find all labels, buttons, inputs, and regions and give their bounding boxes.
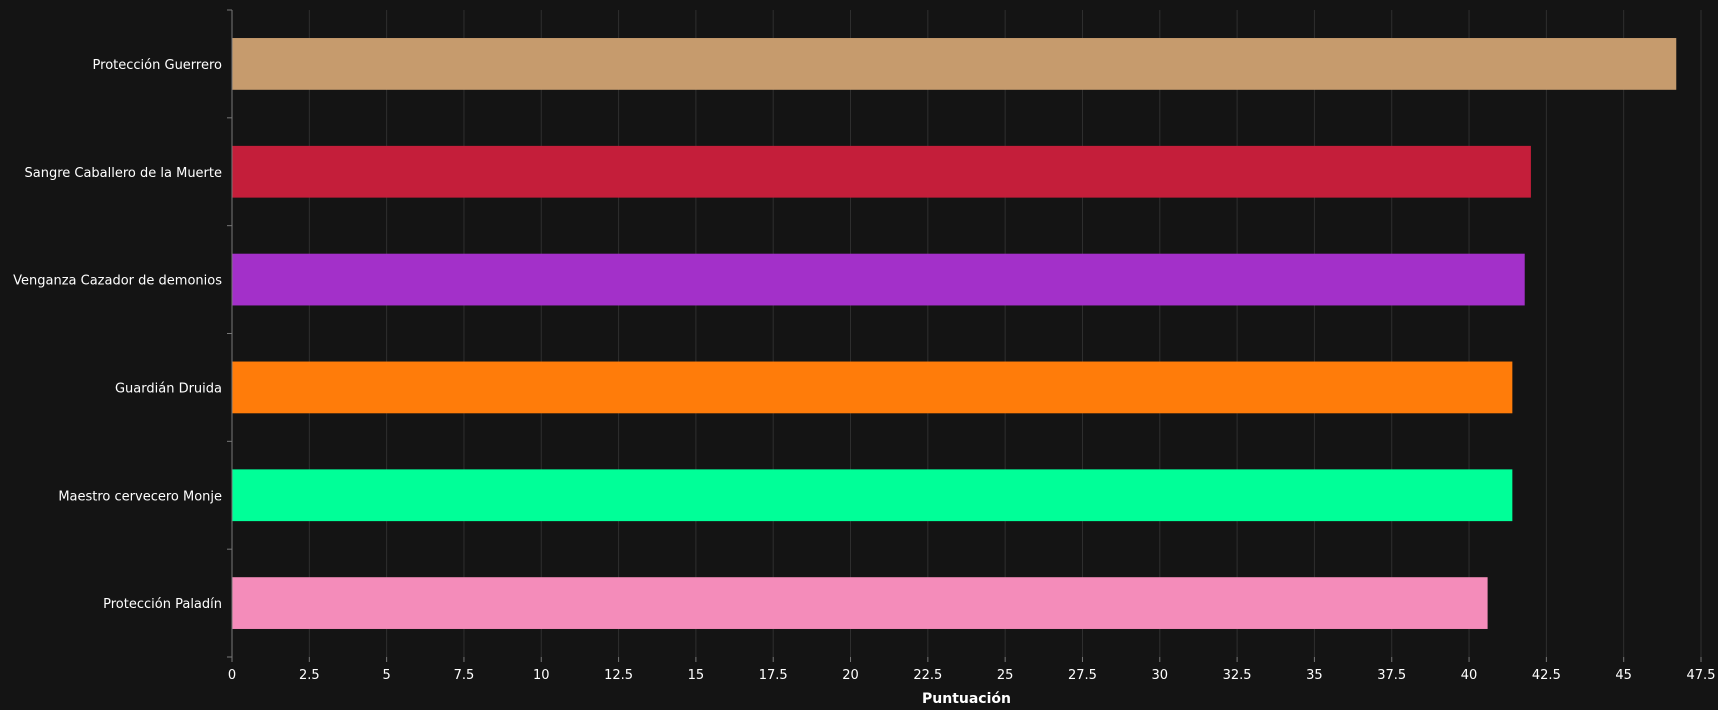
x-tick-label: 7.5 bbox=[454, 668, 475, 683]
bar-chart: 0 2.5 5 7.5 10 12.5 15 17.5 20 22.5 25 27.5 30 32.5 35… bbox=[13, 9, 1716, 707]
bar[interactable] bbox=[232, 145, 1531, 198]
x-tick-label: 45 bbox=[1615, 668, 1632, 683]
x-tick-label: 27.5 bbox=[1068, 668, 1097, 683]
x-tick-label: 35 bbox=[1306, 668, 1323, 683]
category-label: Protección Paladín bbox=[103, 597, 222, 612]
x-tick-label: 2.5 bbox=[299, 668, 320, 683]
category-label: Sangre Caballero de la Muerte bbox=[24, 166, 222, 181]
x-tick-label: 20 bbox=[842, 668, 859, 683]
x-tick-label: 25 bbox=[997, 668, 1014, 683]
bar[interactable] bbox=[232, 38, 1677, 90]
x-tick-label: 40 bbox=[1461, 668, 1478, 683]
x-tick-label: 42.5 bbox=[1532, 668, 1561, 683]
grid-layer bbox=[308, 10, 1702, 657]
x-tick-label: 5 bbox=[382, 668, 390, 683]
bar-layer bbox=[232, 38, 1677, 629]
bar[interactable] bbox=[232, 361, 1513, 414]
bar[interactable] bbox=[232, 469, 1513, 522]
category-label: Venganza Cazador de demonios bbox=[13, 274, 222, 289]
bar[interactable] bbox=[232, 253, 1525, 306]
chart-container: 0 2.5 5 7.5 10 12.5 15 17.5 20 22.5 25 27.5 30 32.5 35… bbox=[0, 0, 1718, 710]
axis-layer bbox=[227, 9, 1702, 662]
x-tick-label: 17.5 bbox=[759, 668, 788, 683]
category-label: Maestro cervecero Monje bbox=[58, 489, 222, 504]
x-tick-label: 22.5 bbox=[913, 668, 942, 683]
x-axis-title: Puntuación bbox=[922, 691, 1011, 707]
category-label: Protección Guerrero bbox=[93, 58, 222, 73]
x-tick-label: 32.5 bbox=[1223, 668, 1252, 683]
x-tick-label: 30 bbox=[1152, 668, 1169, 683]
bar[interactable] bbox=[232, 577, 1488, 629]
x-tick-label: 47.5 bbox=[1687, 668, 1716, 683]
x-tick-label: 37.5 bbox=[1377, 668, 1406, 683]
category-label: Guardián Druida bbox=[115, 381, 222, 396]
x-tick-label: 0 bbox=[228, 668, 236, 683]
x-tick-label: 10 bbox=[533, 668, 550, 683]
x-tick-label: 15 bbox=[688, 668, 705, 683]
x-tick-label: 12.5 bbox=[604, 668, 633, 683]
